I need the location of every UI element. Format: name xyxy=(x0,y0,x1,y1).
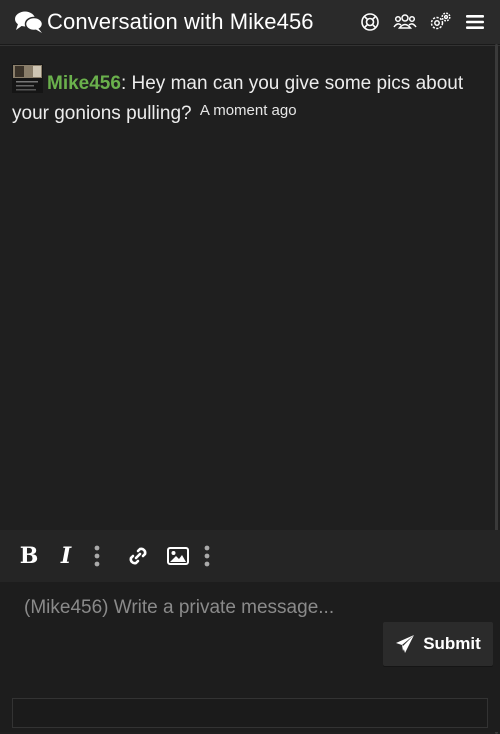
image-icon[interactable] xyxy=(166,536,190,576)
link-icon[interactable] xyxy=(126,536,150,576)
message-author[interactable]: Mike456 xyxy=(47,73,121,94)
italic-button[interactable]: I xyxy=(56,536,76,576)
message-timestamp: A moment ago xyxy=(199,102,297,119)
submit-button[interactable]: Submit xyxy=(383,622,493,666)
message-item: Mike456: Hey man can you give some pics … xyxy=(12,64,488,127)
settings-icon[interactable] xyxy=(423,5,457,39)
more-vertical-icon[interactable] xyxy=(90,536,104,576)
more-vertical-icon[interactable] xyxy=(200,536,214,576)
bold-button[interactable]: B xyxy=(16,536,42,576)
secondary-input-field[interactable] xyxy=(12,698,488,728)
editor-toolbar: B I xyxy=(0,530,500,582)
menu-icon[interactable] xyxy=(458,5,492,39)
avatar[interactable] xyxy=(12,64,43,93)
page-title: Conversation with Mike456 xyxy=(47,9,314,34)
submit-label: Submit xyxy=(423,634,481,653)
lifebuoy-icon[interactable] xyxy=(353,5,387,39)
conversation-header: Conversation with Mike456 xyxy=(0,0,500,45)
message-editor: B I (Mike456) Write a private message...… xyxy=(0,530,500,732)
send-icon xyxy=(395,634,415,654)
conversation-icon xyxy=(14,9,44,35)
header-actions xyxy=(352,0,500,44)
users-icon[interactable] xyxy=(388,5,422,39)
